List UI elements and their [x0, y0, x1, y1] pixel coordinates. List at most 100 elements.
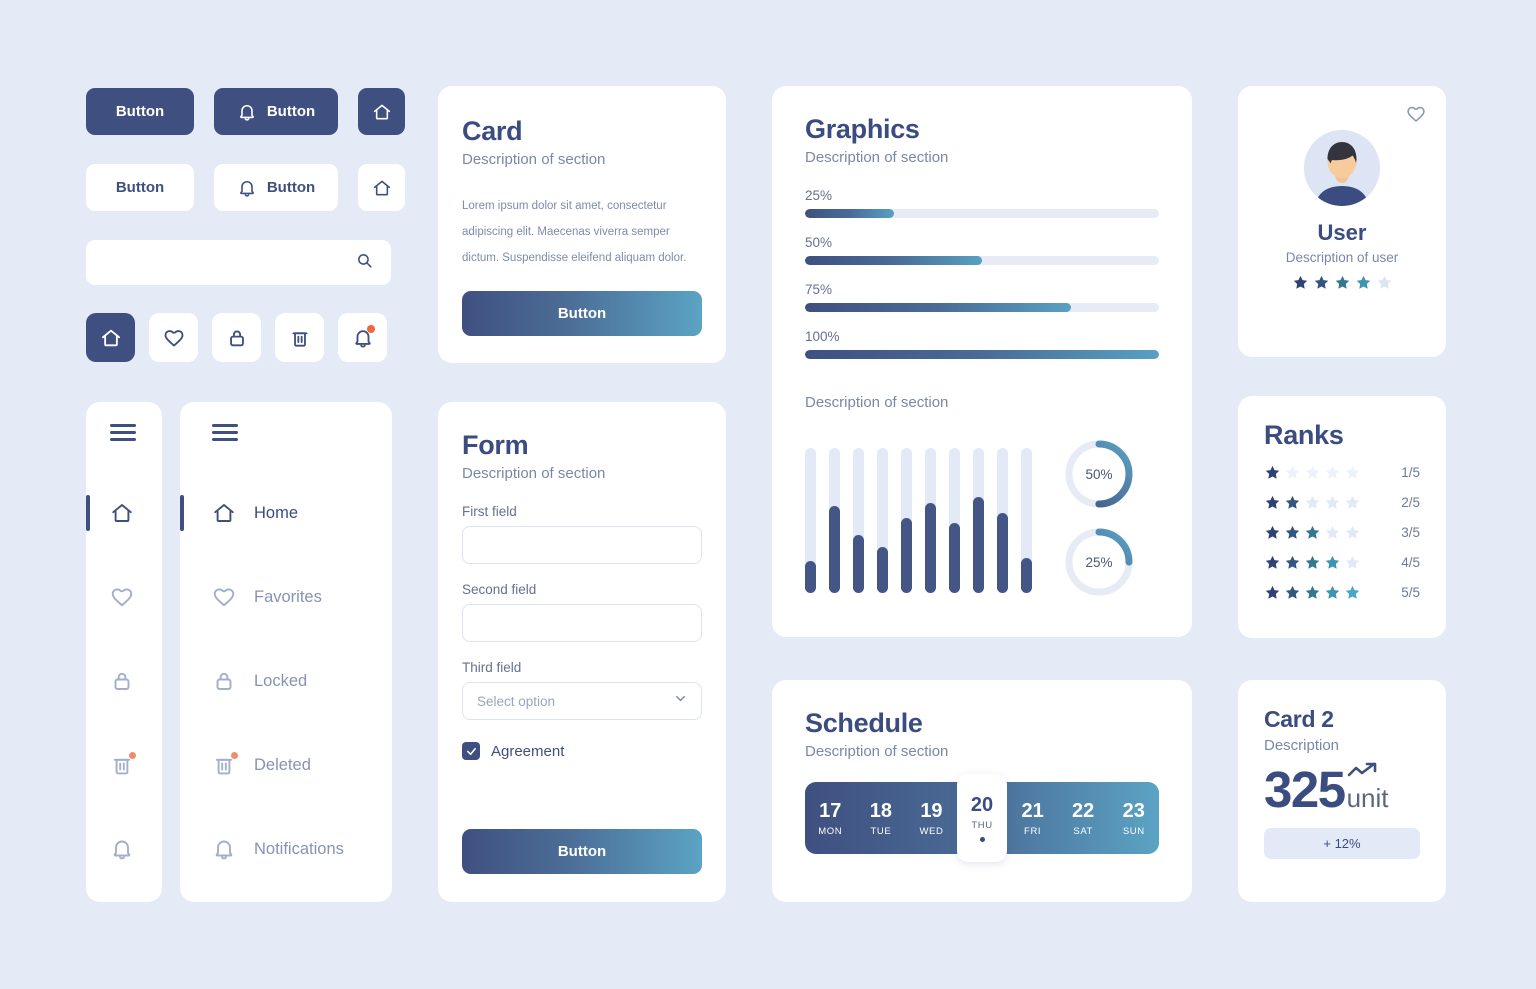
- progress-bar-item: 50%: [805, 235, 1159, 265]
- progress-label: 75%: [805, 282, 833, 297]
- form-submit-button[interactable]: Button: [462, 829, 702, 874]
- schedule-day[interactable]: 23 SUN: [1108, 782, 1159, 854]
- star-filled-icon: [1324, 584, 1341, 601]
- bar-track: [949, 448, 960, 593]
- notification-badge: [129, 752, 136, 759]
- star-filled-icon: [1355, 274, 1372, 291]
- progress-bar-list: 25% 50% 75% 100%: [805, 188, 1159, 359]
- bell-icon-button[interactable]: [338, 313, 387, 362]
- schedule-day-name: WED: [919, 825, 944, 837]
- rank-stars: [1264, 464, 1361, 481]
- sidebar-item-favorites[interactable]: [86, 573, 162, 621]
- bar-track: [1021, 448, 1032, 593]
- card-button[interactable]: Button: [462, 291, 702, 336]
- home-icon-button[interactable]: [86, 313, 135, 362]
- card-title: Card: [462, 116, 523, 146]
- hamburger-icon[interactable]: [212, 424, 392, 441]
- sidebar-item-deleted[interactable]: Deleted: [180, 741, 392, 789]
- trash-icon-button[interactable]: [275, 313, 324, 362]
- bar-fill: [1021, 558, 1032, 593]
- donut-label: 50%: [1085, 466, 1113, 482]
- progress-fill: [805, 209, 894, 218]
- home-icon-button[interactable]: [358, 164, 405, 211]
- third-field-select[interactable]: Select option: [462, 682, 702, 720]
- schedule-day-name: SAT: [1073, 825, 1093, 837]
- schedule-day-name: MON: [818, 825, 843, 837]
- star-filled-icon: [1264, 494, 1281, 511]
- progress-fill: [805, 350, 1159, 359]
- search-field[interactable]: [86, 240, 391, 285]
- lock-icon-button[interactable]: [212, 313, 261, 362]
- progress-label: 50%: [805, 235, 833, 250]
- star-filled-icon: [1264, 554, 1281, 571]
- progress-track: [805, 256, 1159, 265]
- bar-fill: [925, 503, 936, 593]
- schedule-day[interactable]: 17 MON: [805, 782, 856, 854]
- schedule-subtitle: Description of section: [805, 743, 949, 760]
- card-body-text: Lorem ipsum dolor sit amet, consectetur …: [462, 200, 687, 264]
- heart-icon: [212, 585, 236, 609]
- sidebar-item-locked[interactable]: [86, 657, 162, 705]
- heart-icon-button[interactable]: [149, 313, 198, 362]
- home-icon-button[interactable]: [358, 88, 405, 135]
- bar-track: [901, 448, 912, 593]
- plain-button[interactable]: Button: [86, 88, 194, 135]
- sidebar-item-label: Favorites: [254, 587, 322, 606]
- home-icon: [100, 327, 122, 349]
- rank-fraction: 4/5: [1401, 555, 1420, 570]
- active-indicator: [86, 495, 90, 531]
- sidebar-item-label: Deleted: [254, 755, 311, 774]
- rank-row: 3/5: [1264, 524, 1420, 541]
- schedule-day[interactable]: 19 WED: [906, 782, 957, 854]
- card-subtitle: Description of section: [462, 151, 606, 168]
- rank-fraction: 2/5: [1401, 495, 1420, 510]
- progress-bar-item: 25%: [805, 188, 1159, 218]
- star-filled-icon: [1284, 584, 1301, 601]
- selected-dot: [979, 837, 985, 842]
- schedule-day[interactable]: 21 FRI: [1007, 782, 1058, 854]
- bell-button[interactable]: Button: [214, 164, 338, 211]
- heart-icon[interactable]: [1406, 104, 1426, 129]
- sidebar-item-favorites[interactable]: Favorites: [180, 573, 392, 621]
- star-filled-icon: [1264, 584, 1281, 601]
- star-filled-icon: [1264, 524, 1281, 541]
- schedule-day-name: TUE: [870, 825, 892, 837]
- sidebar-item-notifications[interactable]: [86, 825, 162, 873]
- agreement-checkbox[interactable]: [462, 742, 480, 760]
- star-empty-icon: [1304, 494, 1321, 511]
- rank-row: 2/5: [1264, 494, 1420, 511]
- first-field-input[interactable]: [462, 526, 702, 564]
- button-label: Button: [115, 179, 165, 196]
- active-indicator: [180, 495, 184, 531]
- sidebar-item-deleted[interactable]: [86, 741, 162, 789]
- schedule-day[interactable]: 18 TUE: [856, 782, 907, 854]
- hamburger-icon[interactable]: [110, 424, 162, 441]
- progress-track: [805, 303, 1159, 312]
- schedule-day[interactable]: 22 SAT: [1058, 782, 1109, 854]
- graphics-subtitle: Description of section: [805, 149, 949, 166]
- card2-trend-badge: + 12%: [1264, 828, 1420, 860]
- second-field-input[interactable]: [462, 604, 702, 642]
- star-filled-icon: [1264, 464, 1281, 481]
- progress-bar-item: 100%: [805, 329, 1159, 359]
- star-empty-icon: [1376, 274, 1393, 291]
- search-input[interactable]: [104, 254, 356, 271]
- schedule-day-number: 22: [1072, 799, 1095, 822]
- search-icon[interactable]: [356, 252, 373, 274]
- sidebar-item-home[interactable]: [86, 489, 162, 537]
- form-title: Form: [462, 430, 529, 460]
- schedule-day-selected[interactable]: 20 THU: [956, 774, 1008, 862]
- star-filled-icon: [1334, 274, 1351, 291]
- button-row-solid: Button Button: [86, 88, 405, 135]
- ranks-list: 1/5 2/5 3/5 4/5 5/5: [1264, 464, 1420, 601]
- sidebar-item-label: Notifications: [254, 839, 344, 858]
- plain-button[interactable]: Button: [86, 164, 194, 211]
- bar-chart: [805, 448, 1032, 593]
- card2-panel: Card 2 Description 325 unit + 12%: [1238, 680, 1446, 902]
- graphics-section2-subtitle: Description of section: [805, 394, 949, 411]
- bell-button[interactable]: Button: [214, 88, 338, 135]
- sidebar-item-notifications[interactable]: Notifications: [180, 825, 392, 873]
- sidebar-item-home[interactable]: Home: [180, 489, 392, 537]
- sidebar-item-locked[interactable]: Locked: [180, 657, 392, 705]
- rank-stars: [1264, 584, 1361, 601]
